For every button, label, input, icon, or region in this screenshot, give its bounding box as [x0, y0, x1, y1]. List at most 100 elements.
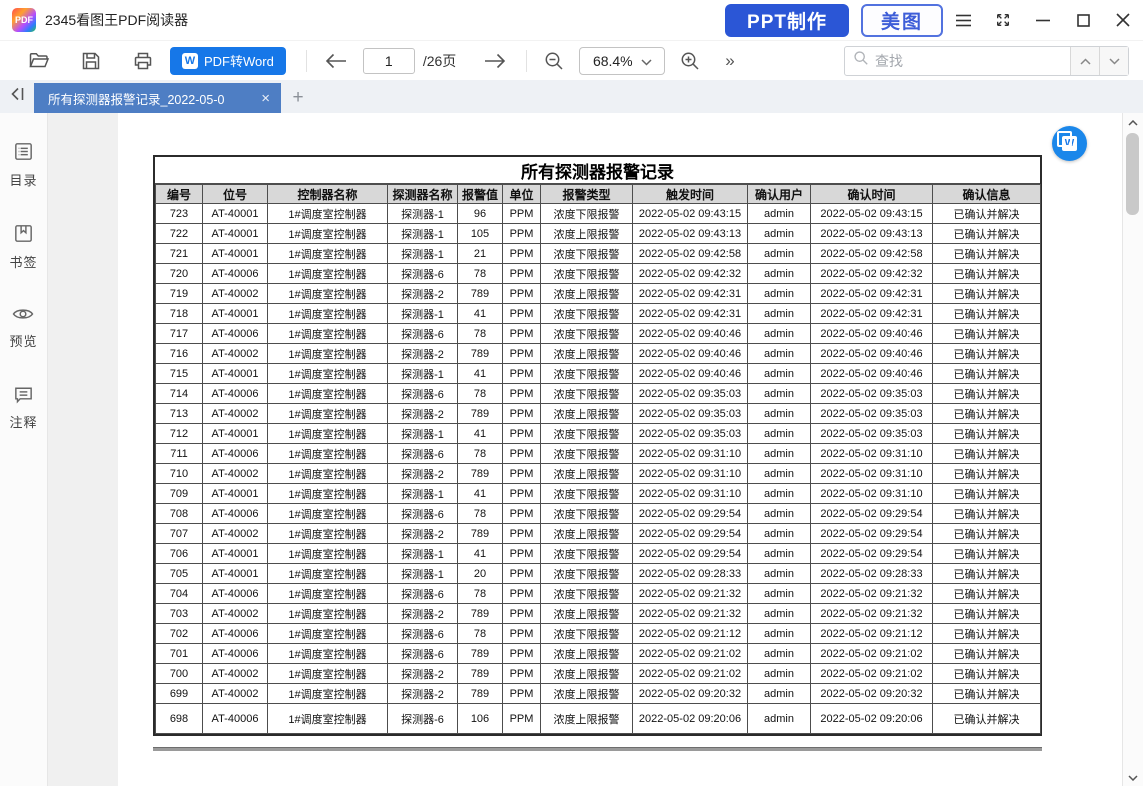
table-cell: 已确认并解决	[933, 324, 1041, 344]
scrollbar-thumb[interactable]	[1126, 133, 1139, 215]
table-cell: 探测器-2	[388, 604, 458, 624]
next-page-button[interactable]	[482, 48, 508, 74]
table-cell: PPM	[503, 444, 541, 464]
menu-button[interactable]	[943, 0, 983, 40]
table-cell: admin	[748, 224, 811, 244]
app-title: 2345看图王PDF阅读器	[45, 10, 188, 30]
save-button[interactable]	[78, 48, 104, 74]
table-cell: 1#调度室控制器	[268, 664, 388, 684]
table-cell: 1#调度室控制器	[268, 584, 388, 604]
comment-icon	[12, 383, 35, 405]
previous-page-button[interactable]	[323, 48, 349, 74]
table-cell: 719	[156, 284, 203, 304]
tab-close-icon[interactable]: ×	[258, 91, 273, 106]
table-cell: 探测器-2	[388, 664, 458, 684]
table-cell: 已确认并解决	[933, 244, 1041, 264]
find-previous-button[interactable]	[1070, 47, 1099, 75]
table-cell: 浓度上限报警	[541, 644, 633, 664]
prev-page-icon	[324, 52, 348, 70]
table-cell: AT-40006	[203, 444, 268, 464]
table-cell: PPM	[503, 624, 541, 644]
table-cell: 1#调度室控制器	[268, 684, 388, 704]
table-cell: 已确认并解决	[933, 704, 1041, 734]
table-cell: AT-40006	[203, 644, 268, 664]
maximize-button[interactable]	[1063, 0, 1103, 40]
minimize-icon	[1036, 19, 1050, 22]
table-cell: 2022-05-02 09:43:15	[633, 204, 748, 224]
table-cell: 探测器-1	[388, 244, 458, 264]
table-cell: 2022-05-02 09:31:10	[633, 444, 748, 464]
zoom-in-button[interactable]	[677, 48, 703, 74]
search-input[interactable]	[875, 53, 1070, 69]
word-convert-float-button[interactable]: W	[1052, 126, 1087, 161]
table-cell: 2022-05-02 09:29:54	[633, 524, 748, 544]
table-cell: 1#调度室控制器	[268, 344, 388, 364]
table-cell: 1#调度室控制器	[268, 244, 388, 264]
table-cell: 已确认并解决	[933, 264, 1041, 284]
table-cell: PPM	[503, 684, 541, 704]
app-window: PDF 2345看图王PDF阅读器 PPT制作 美图	[0, 0, 1143, 786]
table-cell: 探测器-6	[388, 704, 458, 734]
more-tools-button[interactable]: »	[721, 51, 738, 71]
sidebar-item-toc[interactable]: 目录	[9, 140, 37, 189]
table-cell: PPM	[503, 404, 541, 424]
close-button[interactable]	[1103, 0, 1143, 40]
table-cell: AT-40006	[203, 624, 268, 644]
table-cell: 2022-05-02 09:31:10	[811, 484, 933, 504]
table-cell: 2022-05-02 09:43:13	[811, 224, 933, 244]
scroll-up-icon	[1128, 113, 1138, 131]
table-cell: 721	[156, 244, 203, 264]
pdf-to-word-button[interactable]: W PDF转Word	[170, 47, 286, 75]
table-cell: 已确认并解决	[933, 604, 1041, 624]
table-cell: 1#调度室控制器	[268, 564, 388, 584]
tab-bar: 所有探测器报警记录_2022-05-0 × +	[0, 80, 1143, 113]
preview-eye-icon	[11, 304, 35, 324]
collapse-panel-button[interactable]	[0, 80, 34, 113]
tab-alarm-records[interactable]: 所有探测器报警记录_2022-05-0 ×	[34, 83, 281, 113]
table-cell: 789	[458, 464, 503, 484]
table-cell: 41	[458, 544, 503, 564]
sidebar-item-bookmarks[interactable]: 书签	[9, 222, 37, 271]
table-cell: PPM	[503, 544, 541, 564]
table-cell: admin	[748, 544, 811, 564]
fullscreen-button[interactable]	[983, 0, 1023, 40]
table-cell: 709	[156, 484, 203, 504]
table-cell: 浓度上限报警	[541, 404, 633, 424]
pdf-to-word-label: PDF转Word	[204, 51, 274, 70]
table-cell: 2022-05-02 09:31:10	[633, 484, 748, 504]
page-number-input[interactable]	[363, 48, 415, 74]
minimize-button[interactable]	[1023, 0, 1063, 40]
new-tab-button[interactable]: +	[281, 83, 315, 113]
scroll-up-button[interactable]	[1123, 113, 1143, 131]
table-cell: 浓度下限报警	[541, 204, 633, 224]
table-cell: admin	[748, 384, 811, 404]
scroll-down-icon	[1128, 768, 1138, 786]
table-cell: AT-40006	[203, 584, 268, 604]
table-cell: 已确认并解决	[933, 424, 1041, 444]
table-cell: 1#调度室控制器	[268, 404, 388, 424]
table-row: 706AT-400011#调度室控制器探测器-141PPM浓度下限报警2022-…	[156, 544, 1041, 564]
table-row: 705AT-400011#调度室控制器探测器-120PPM浓度下限报警2022-…	[156, 564, 1041, 584]
table-cell: 探测器-1	[388, 364, 458, 384]
sidebar-item-preview[interactable]: 预览	[9, 304, 37, 350]
scroll-down-button[interactable]	[1123, 768, 1143, 786]
table-cell: 2022-05-02 09:21:02	[633, 664, 748, 684]
vertical-scrollbar[interactable]	[1122, 113, 1143, 786]
table-cell: 2022-05-02 09:31:10	[811, 444, 933, 464]
zoom-level-select[interactable]: 68.4%	[579, 47, 665, 75]
column-header: 确认用户	[748, 185, 811, 204]
meitu-button[interactable]: 美图	[861, 4, 943, 37]
table-cell: 2022-05-02 09:42:31	[633, 304, 748, 324]
title-bar: PDF 2345看图王PDF阅读器 PPT制作 美图	[0, 0, 1143, 40]
zoom-out-button[interactable]	[541, 48, 567, 74]
table-cell: 探测器-1	[388, 304, 458, 324]
table-cell: PPM	[503, 264, 541, 284]
table-cell: 1#调度室控制器	[268, 264, 388, 284]
find-next-button[interactable]	[1099, 47, 1128, 75]
table-cell: 2022-05-02 09:40:46	[811, 344, 933, 364]
print-button[interactable]	[130, 48, 156, 74]
ppt-create-button[interactable]: PPT制作	[725, 4, 849, 37]
open-file-button[interactable]	[26, 48, 52, 74]
table-cell: 2022-05-02 09:20:32	[811, 684, 933, 704]
sidebar-item-annotations[interactable]: 注释	[9, 383, 37, 431]
